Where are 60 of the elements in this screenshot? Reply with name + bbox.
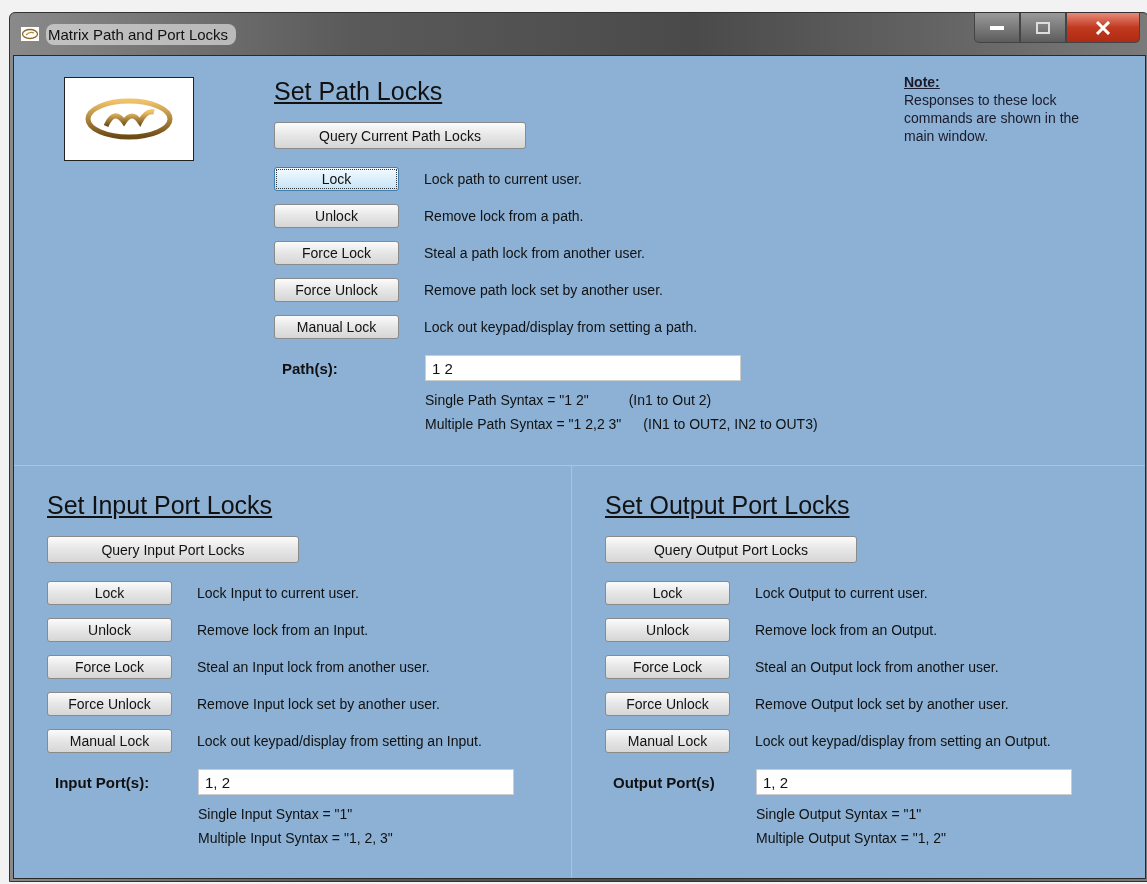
action-description: Lock out keypad/display from setting a path. xyxy=(424,319,698,335)
action-description: Lock Output to current user. xyxy=(755,585,928,601)
minimize-icon xyxy=(989,24,1005,31)
action-button[interactable]: Force Unlock xyxy=(605,692,730,716)
action-description: Remove Output lock set by another user. xyxy=(755,696,1009,712)
syntax-text: Single Path Syntax = "1 2" xyxy=(425,391,589,410)
maximize-icon xyxy=(1036,21,1050,34)
field-label: Path(s): xyxy=(281,359,339,377)
action-button[interactable]: Unlock xyxy=(47,618,172,642)
maximize-button[interactable] xyxy=(1020,13,1066,43)
action-description: Remove lock from an Input. xyxy=(197,622,369,638)
query-button[interactable]: Query Current Path Locks xyxy=(274,122,526,149)
note-heading: Note: xyxy=(904,73,940,91)
action-description: Steal a path lock from another user. xyxy=(424,245,645,261)
field-label: Input Port(s): xyxy=(54,773,151,791)
minimize-button[interactable] xyxy=(974,13,1020,43)
action-button[interactable]: Lock xyxy=(47,581,172,605)
section-title: Set Path Locks xyxy=(274,76,443,106)
action-description: Lock Input to current user. xyxy=(197,585,359,601)
action-button[interactable]: Unlock xyxy=(274,204,399,228)
app-logo-icon xyxy=(21,27,39,41)
close-icon xyxy=(1095,20,1111,35)
syntax-text: Single Output Syntax = "1" xyxy=(756,805,922,824)
action-description: Lock out keypad/display from setting an Input. xyxy=(197,733,482,749)
input-field[interactable]: 1, 2 xyxy=(756,769,1072,795)
field-label: Output Port(s) xyxy=(612,773,716,791)
window-title: Matrix Path and Port Locks xyxy=(46,23,237,45)
action-description: Steal an Output lock from another user. xyxy=(755,659,999,675)
action-button[interactable]: Unlock xyxy=(605,618,730,642)
query-button[interactable]: Query Input Port Locks xyxy=(47,536,299,563)
action-description: Remove path lock set by another user. xyxy=(424,282,663,298)
action-description: Lock out keypad/display from setting an Output. xyxy=(755,733,1051,749)
action-button[interactable]: Lock xyxy=(274,167,399,191)
action-button[interactable]: Lock xyxy=(605,581,730,605)
action-button[interactable]: Force Unlock xyxy=(47,692,172,716)
syntax-text: Multiple Input Syntax = "1, 2, 3" xyxy=(198,829,393,848)
action-button[interactable]: Force Unlock xyxy=(274,278,399,302)
section-title: Set Output Port Locks xyxy=(605,490,850,520)
action-description: Steal an Input lock from another user. xyxy=(197,659,430,675)
syntax-example: (IN1 to OUT2, IN2 to OUT3) xyxy=(643,415,818,434)
action-button[interactable]: Manual Lock xyxy=(47,729,172,753)
action-description: Lock path to current user. xyxy=(424,171,582,187)
note-text: Responses to these lock commands are shown in the main window. xyxy=(904,91,1081,145)
action-description: Remove lock from an Output. xyxy=(755,622,938,638)
query-button[interactable]: Query Output Port Locks xyxy=(605,536,857,563)
action-description: Remove lock from a path. xyxy=(424,208,584,224)
close-button[interactable] xyxy=(1066,13,1140,43)
action-description: Remove Input lock set by another user. xyxy=(197,696,440,712)
syntax-example: (In1 to Out 2) xyxy=(628,391,712,410)
syntax-text: Multiple Path Syntax = "1 2,2 3" xyxy=(425,415,622,434)
action-button[interactable]: Force Lock xyxy=(274,241,399,265)
syntax-text: Single Input Syntax = "1" xyxy=(198,805,353,824)
action-button[interactable]: Force Lock xyxy=(47,655,172,679)
action-button[interactable]: Manual Lock xyxy=(274,315,399,339)
action-button[interactable]: Manual Lock xyxy=(605,729,730,753)
input-field[interactable]: 1 2 xyxy=(425,355,741,381)
section-title: Set Input Port Locks xyxy=(47,490,273,520)
input-field[interactable]: 1, 2 xyxy=(198,769,514,795)
action-button[interactable]: Force Lock xyxy=(605,655,730,679)
syntax-text: Multiple Output Syntax = "1, 2" xyxy=(756,829,947,848)
